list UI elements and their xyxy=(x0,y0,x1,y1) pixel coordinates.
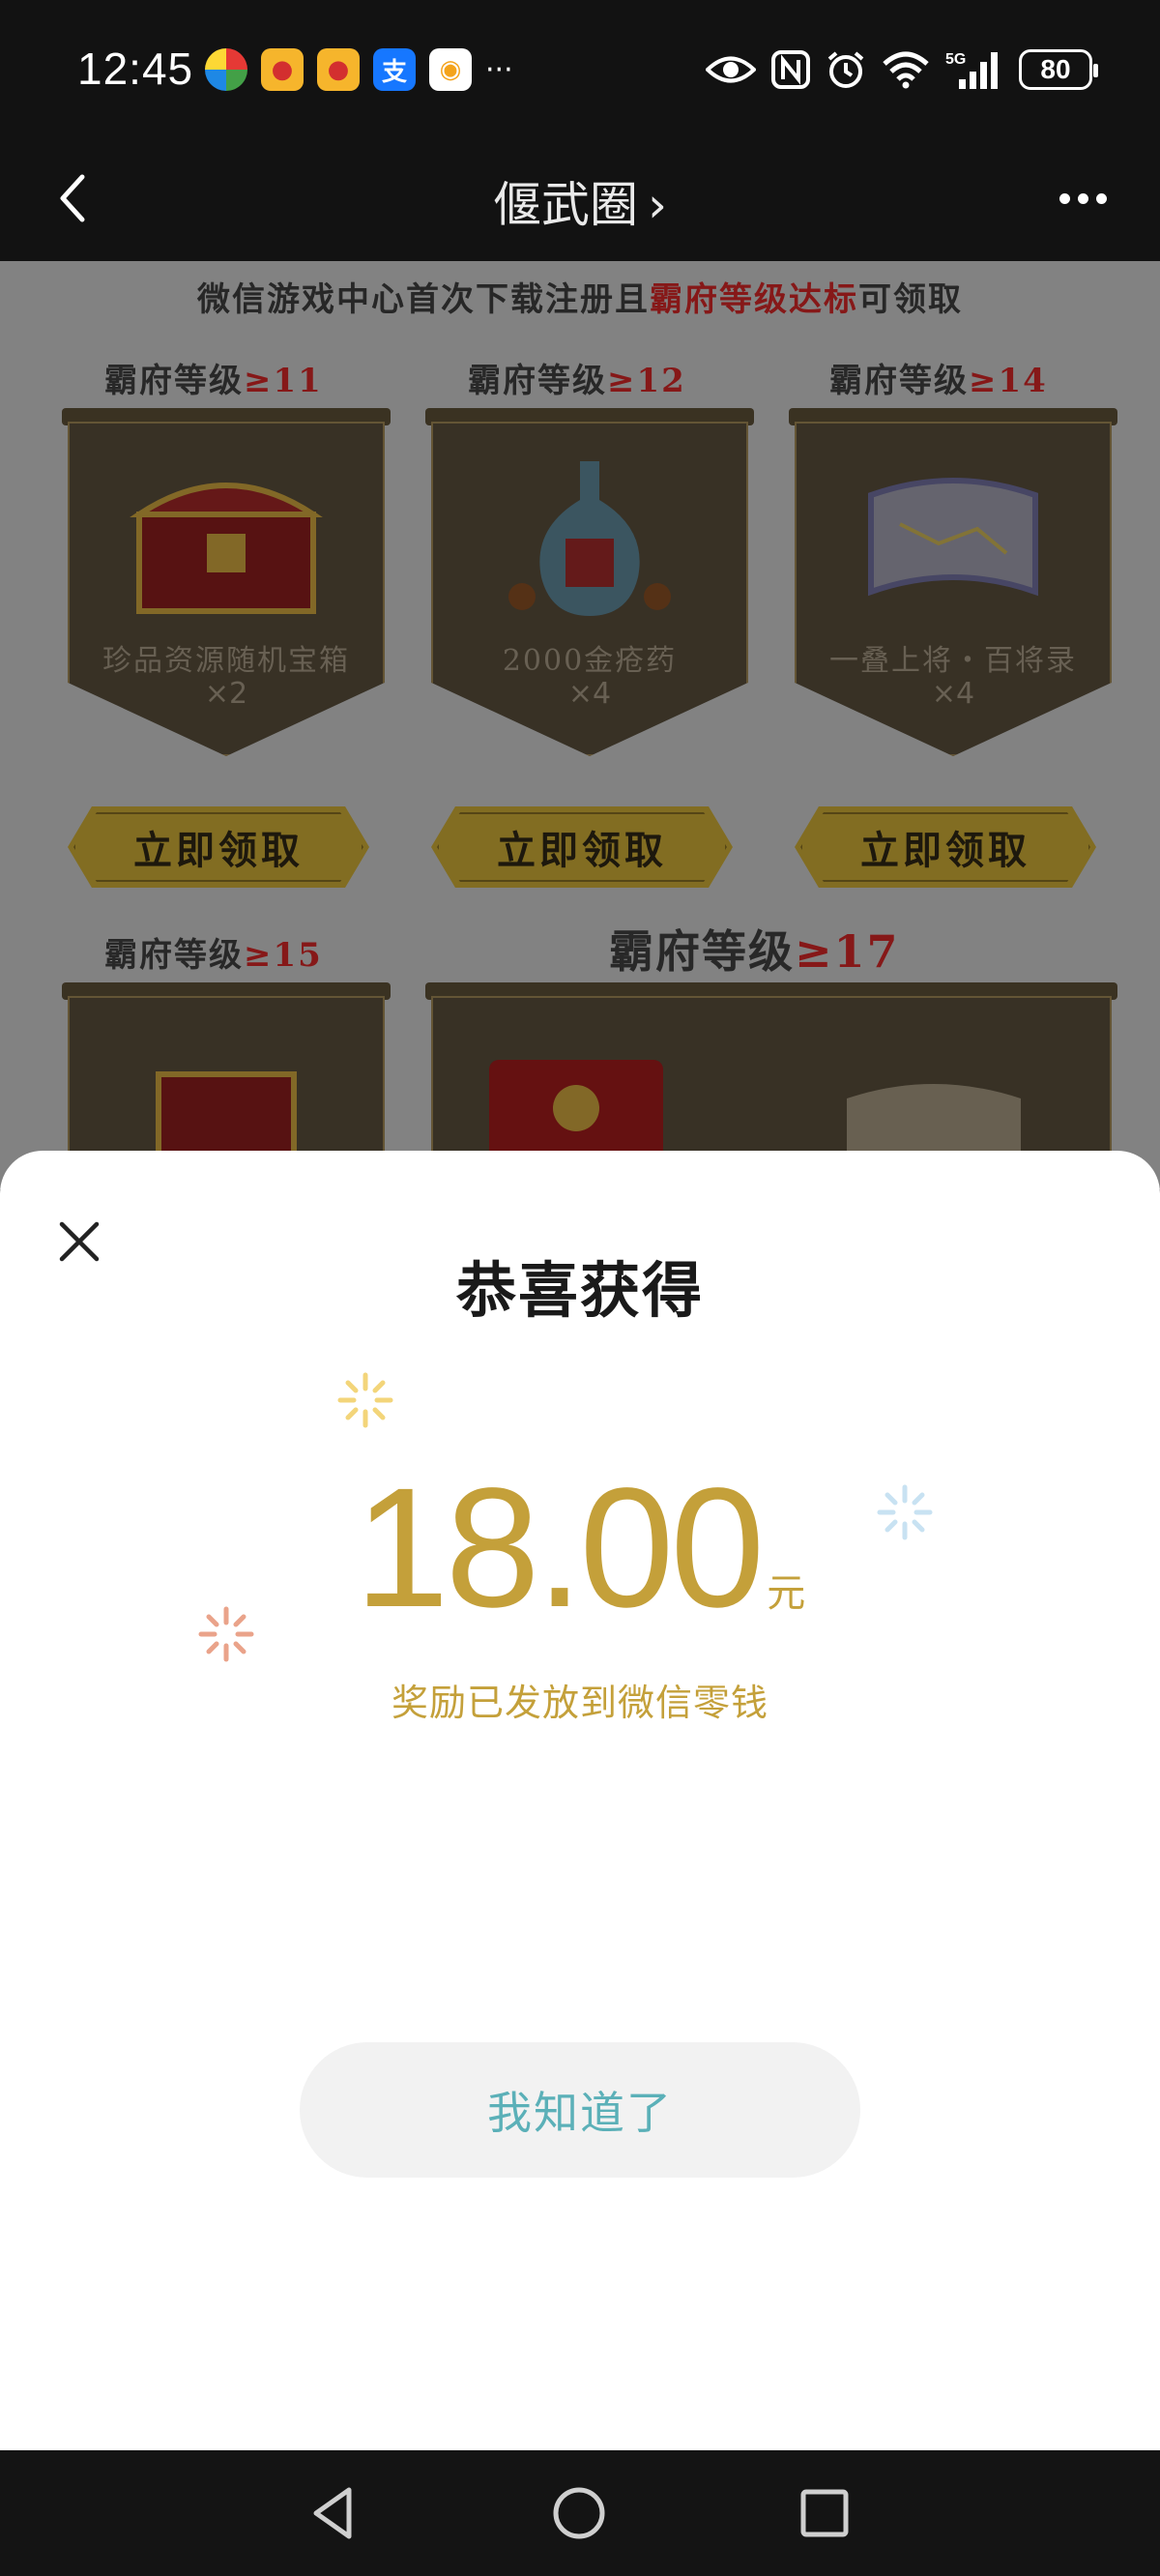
sheet-title: 恭喜获得 xyxy=(455,1255,704,1326)
battery-indicator: 80 xyxy=(1019,49,1098,90)
multicolor-app-icon xyxy=(205,48,247,91)
signal-5g-icon: 5G xyxy=(945,48,1003,91)
dot-icon xyxy=(1058,192,1070,204)
eye-icon xyxy=(706,48,756,91)
nav-bar: 偃武圈 › xyxy=(0,135,1160,261)
page-title-text: 偃武圈 xyxy=(493,177,638,233)
alarm-icon xyxy=(826,48,866,91)
dim-overlay xyxy=(0,261,1160,1189)
dot-icon xyxy=(1077,192,1088,204)
sparkle-icon xyxy=(337,1372,393,1428)
nfc-icon xyxy=(771,48,810,91)
page-title[interactable]: 偃武圈 › xyxy=(0,166,1160,236)
battery-level: 80 xyxy=(1040,54,1071,84)
more-options-button[interactable] xyxy=(1044,164,1121,232)
weibo-icon: ● xyxy=(261,48,304,91)
nav-back-button[interactable] xyxy=(302,2481,365,2545)
square-recents-icon xyxy=(800,2489,849,2537)
nav-recents-button[interactable] xyxy=(793,2481,856,2545)
system-navigation-bar xyxy=(0,2450,1160,2576)
reward-note: 奖励已发放到微信零钱 xyxy=(391,1682,768,1724)
status-bar: 12:45 ● ● 支 ◉ ··· 5G 80 xyxy=(0,0,1160,135)
taobao-icon: ◉ xyxy=(429,48,472,91)
reward-sheet: 恭喜获得 18.00 元 奖励已发放到微信零钱 我知道了 xyxy=(0,1151,1160,2450)
amount-value: 18.00 xyxy=(354,1453,765,1643)
alipay-icon: 支 xyxy=(373,48,416,91)
chevron-right-icon: › xyxy=(648,177,667,233)
wifi-icon xyxy=(882,48,930,91)
nav-home-button[interactable] xyxy=(547,2481,611,2545)
network-type-label: 5G xyxy=(945,51,966,68)
dot-icon xyxy=(1095,192,1107,204)
more-notifications-icon: ··· xyxy=(485,52,513,87)
confirm-button[interactable]: 我知道了 xyxy=(300,2042,860,2178)
amount-unit: 元 xyxy=(767,1571,806,1616)
circle-home-icon xyxy=(553,2487,605,2539)
weibo-icon: ● xyxy=(317,48,360,91)
status-time: 12:45 xyxy=(77,44,194,94)
system-icons: 5G 80 xyxy=(706,48,1098,91)
reward-amount: 18.00 元 xyxy=(0,1450,1160,1646)
notification-icons: ● ● 支 ◉ ··· xyxy=(205,48,513,91)
triangle-back-icon xyxy=(313,2487,352,2539)
